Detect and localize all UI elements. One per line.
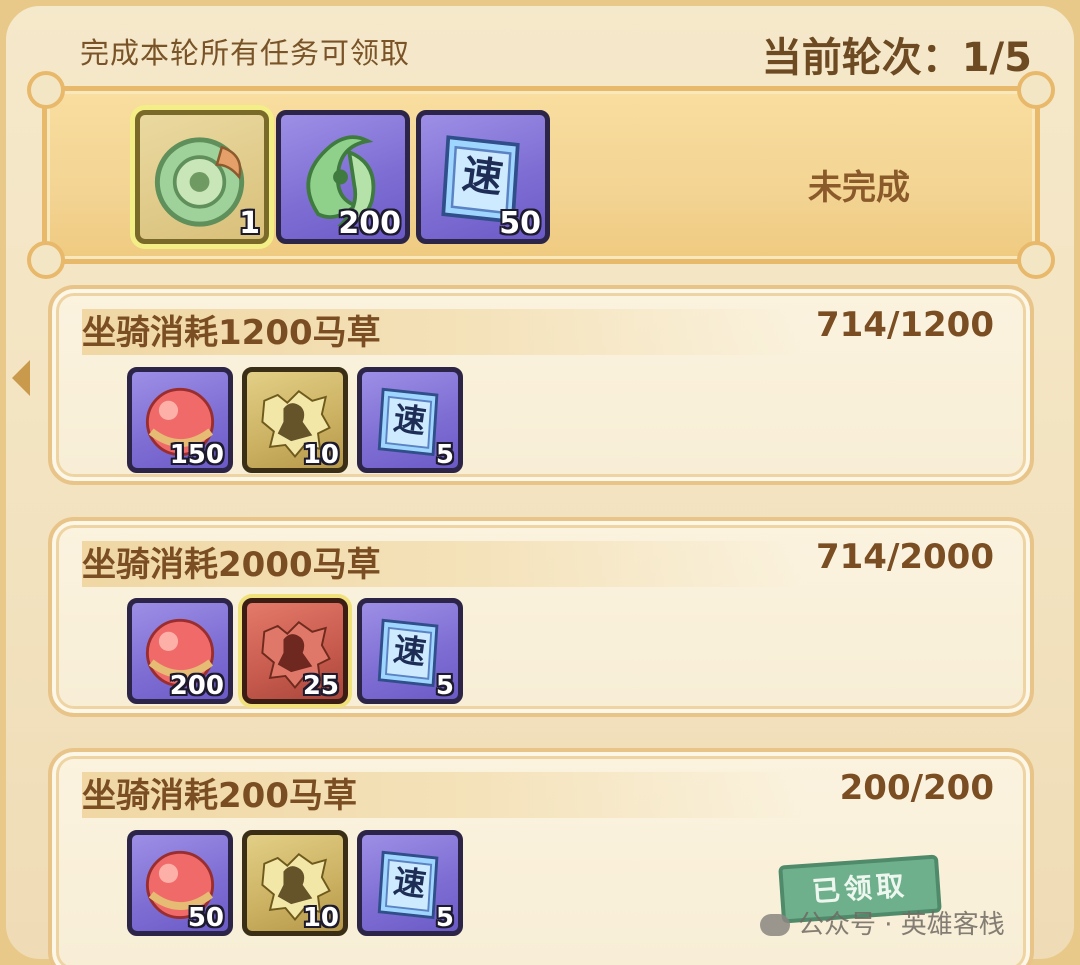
task-title: 坐骑消耗2000马草 xyxy=(82,545,381,585)
round-reward-item[interactable]: 速 50 xyxy=(416,110,550,244)
panel-corner xyxy=(1017,241,1055,279)
panel-corner xyxy=(1017,71,1055,109)
round-reward-item[interactable]: 1 xyxy=(135,110,269,244)
task-progress: 714/2000 xyxy=(815,537,994,577)
item-quantity: 200 xyxy=(338,206,401,241)
item-quantity: 1 xyxy=(239,206,260,241)
round-status: 未完成 xyxy=(808,168,910,208)
item-quantity: 10 xyxy=(302,903,339,933)
item-quantity: 5 xyxy=(435,903,454,933)
item-quantity: 10 xyxy=(302,440,339,470)
watermark-text: 公众号 · 英雄客栈 xyxy=(798,910,1005,940)
item-quantity: 200 xyxy=(169,671,224,701)
round-reward-item[interactable]: 200 xyxy=(276,110,410,244)
item-quantity: 50 xyxy=(499,206,541,241)
item-quantity: 5 xyxy=(435,671,454,701)
task-reward-item[interactable]: 速5 xyxy=(357,830,463,936)
task-screen: 完成本轮所有任务可领取 当前轮次：1/5 未完成 1 200 速 50 坐骑消耗120… xyxy=(0,0,1080,965)
task-reward-item[interactable]: 200 xyxy=(127,598,233,704)
item-quantity: 50 xyxy=(187,903,224,933)
task-reward-item[interactable]: 10 xyxy=(242,830,348,936)
task-reward-item[interactable]: 速5 xyxy=(357,598,463,704)
round-reward-note: 完成本轮所有任务可领取 xyxy=(80,36,411,70)
item-quantity: 25 xyxy=(302,671,339,701)
round-value: 1/5 xyxy=(961,35,1032,81)
task-progress: 200/200 xyxy=(839,768,994,808)
panel-corner xyxy=(27,71,65,109)
task-title: 坐骑消耗1200马草 xyxy=(82,313,381,353)
round-label: 当前轮次： xyxy=(761,35,962,81)
task-reward-item[interactable]: 50 xyxy=(127,830,233,936)
task-reward-item[interactable]: 25 xyxy=(242,598,348,704)
task-reward-item[interactable]: 10 xyxy=(242,367,348,473)
watermark: 公众号 · 英雄客栈 xyxy=(760,904,1005,941)
round-counter: 当前轮次：1/5 xyxy=(762,25,1032,83)
task-title: 坐骑消耗200马草 xyxy=(82,776,357,816)
task-reward-item[interactable]: 150 xyxy=(127,367,233,473)
side-arrow-icon[interactable] xyxy=(12,360,30,396)
item-quantity: 150 xyxy=(169,440,224,470)
item-quantity: 5 xyxy=(435,440,454,470)
task-reward-item[interactable]: 速5 xyxy=(357,367,463,473)
panel-corner xyxy=(27,241,65,279)
wechat-icon xyxy=(760,914,790,936)
task-progress: 714/1200 xyxy=(815,305,994,345)
